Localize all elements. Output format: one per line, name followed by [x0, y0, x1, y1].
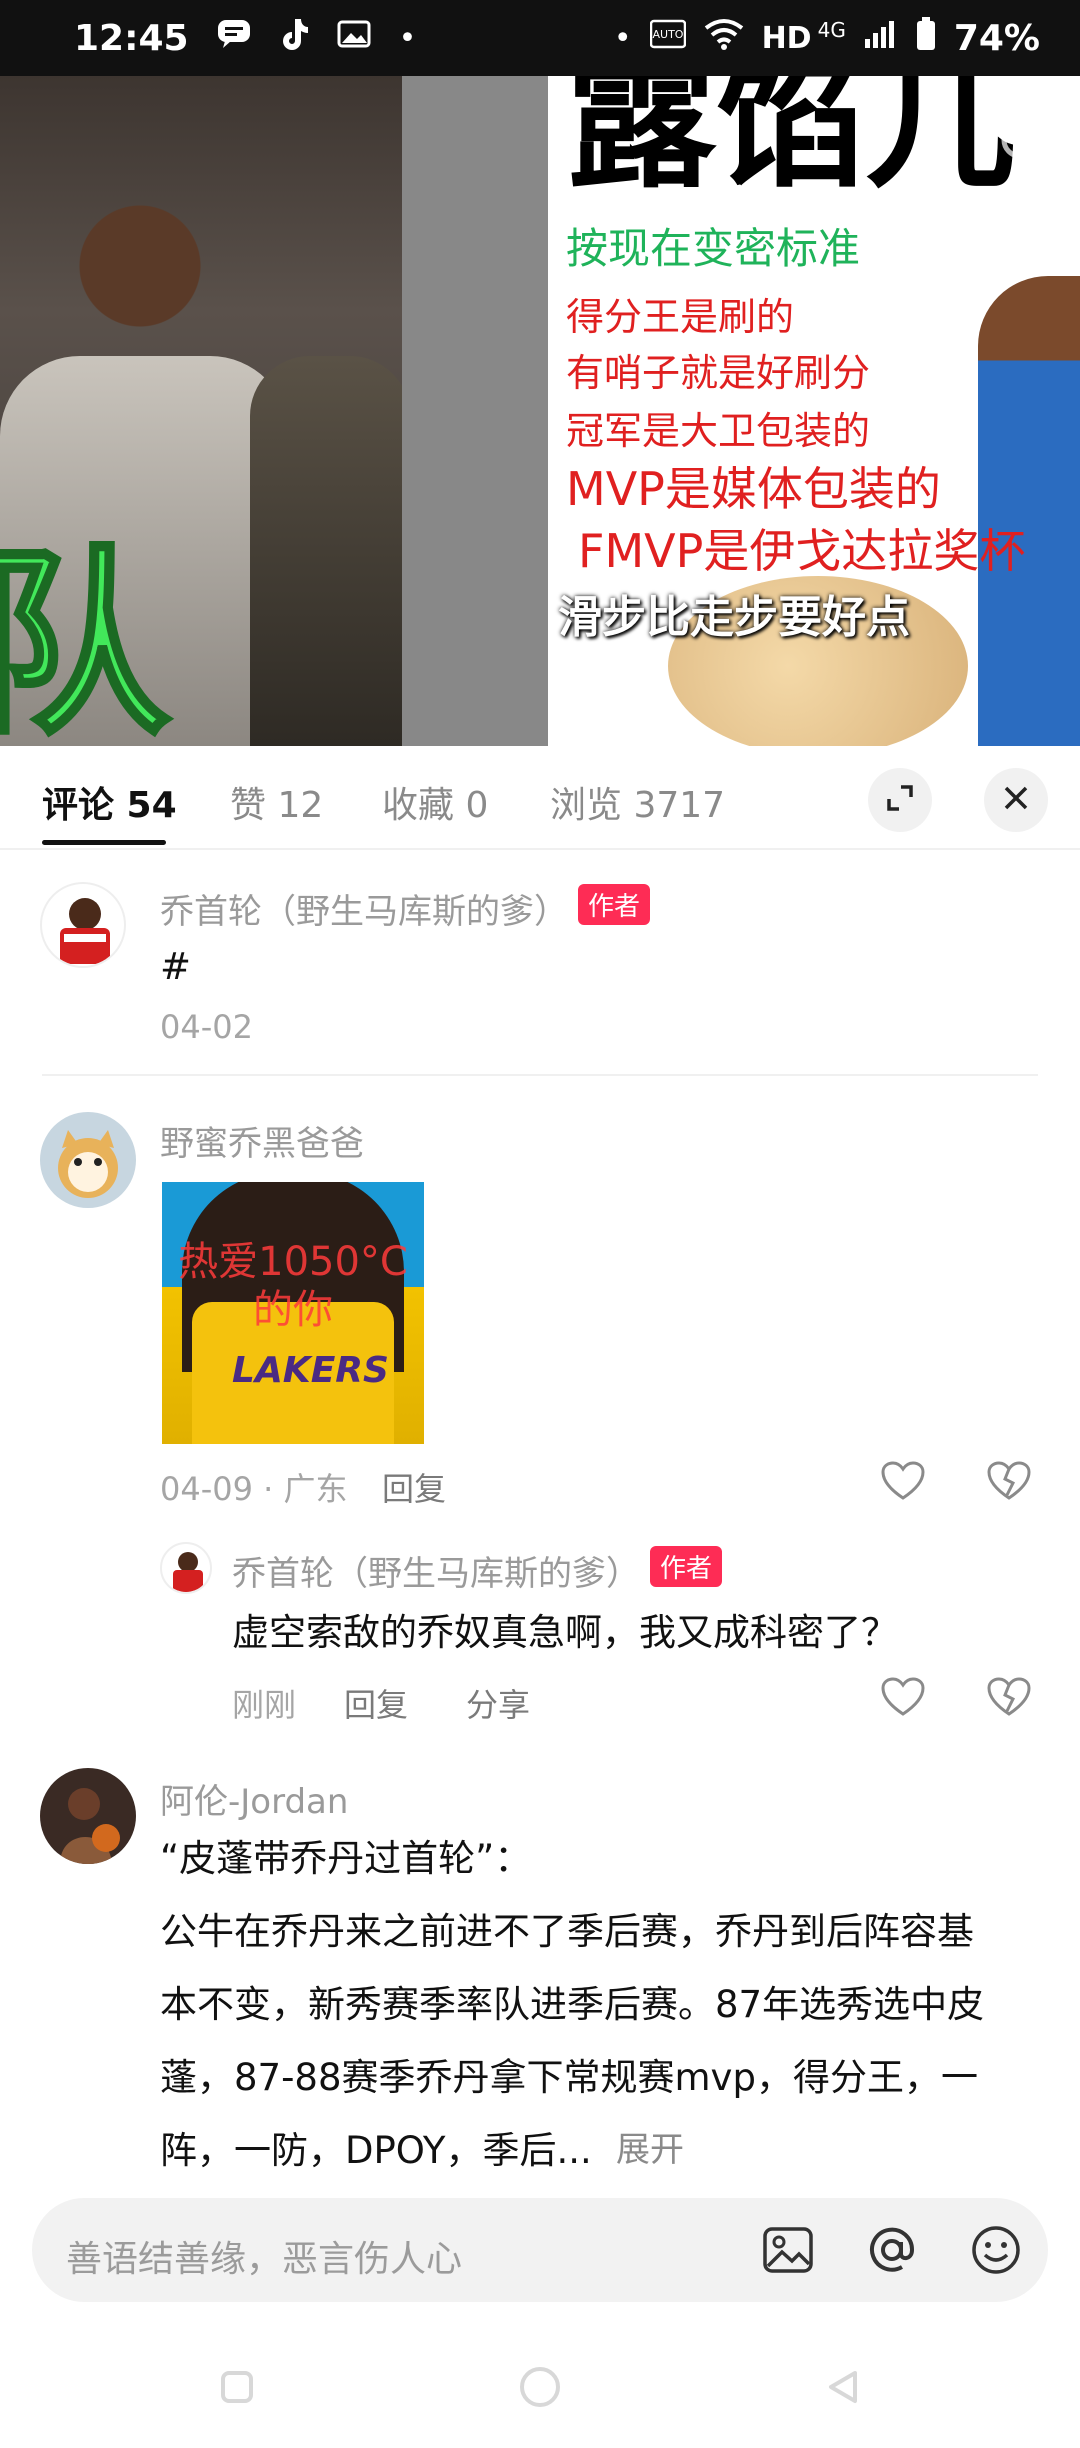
image-icon — [337, 20, 371, 56]
meme-line: 冠军是大卫包装的 — [566, 409, 871, 453]
comment-input-placeholder: 善语结善缘，恶言伤人心 — [66, 2239, 463, 2280]
status-time: 12:45 — [74, 17, 189, 59]
avatar[interactable] — [40, 1768, 136, 1864]
comment-text: # — [160, 945, 192, 988]
reply-button[interactable]: 回复 — [382, 1464, 446, 1510]
meme-title: 露馅儿 — [566, 76, 1017, 209]
comment-username[interactable]: 阿伦-Jordan — [160, 1774, 348, 1823]
meme-line: 有哨子就是好刷分 — [566, 351, 871, 395]
meme-line: 按现在变密标准 — [566, 224, 861, 273]
video-photo-left: 队 — [0, 76, 410, 747]
reply-button[interactable]: 回复 — [344, 1680, 408, 1726]
comment-username[interactable]: 野蜜乔黑爸爸 — [160, 1116, 364, 1165]
meme-line: FMVP是伊戈达拉奖杯 — [578, 524, 1026, 578]
author-badge: 作者 — [578, 884, 651, 925]
video-player[interactable]: 队 露馅儿 按现在变密标准 得分王是刷的 有哨子就是好刷分 冠军是大卫包装的 M… — [0, 76, 1080, 746]
image-overlay-text: 热爱1050°C的你 — [178, 1239, 408, 1333]
divider — [42, 1074, 1038, 1076]
tab-views[interactable]: 浏览 3717 — [550, 776, 725, 828]
status-bar: 12:45 • • AUTO HD 4G 74% — [0, 0, 1080, 76]
signal-icon — [864, 19, 898, 57]
dislike-icon[interactable] — [984, 1456, 1034, 1506]
network-label: HD — [761, 20, 812, 56]
meme-line: MVP是媒体包装的 — [566, 462, 941, 516]
comment-date: 04-02 — [160, 1008, 253, 1046]
expand-comment-link[interactable]: 展开 — [616, 2114, 684, 2187]
image-picker-icon[interactable] — [760, 2222, 816, 2278]
avatar[interactable] — [40, 882, 126, 968]
network-gen-label: 4G — [817, 18, 846, 42]
mention-icon[interactable] — [864, 2222, 920, 2278]
comment-image[interactable]: LAKERS 热爱1050°C的你 — [162, 1182, 424, 1444]
avatar[interactable] — [160, 1542, 212, 1594]
dot-icon: • — [398, 20, 417, 56]
recent-apps-icon[interactable] — [217, 2367, 257, 2411]
video-overlay-text: 队 — [0, 529, 172, 747]
tiktok-icon — [279, 17, 309, 59]
comment-input[interactable]: 善语结善缘，恶言伤人心 — [32, 2198, 1048, 2302]
author-badge: 作者 — [650, 1546, 723, 1587]
comment-username[interactable]: 乔首轮（野生马库斯的爹） — [160, 884, 568, 933]
search-icon[interactable] — [996, 116, 1056, 176]
tab-bar: 评论 54 赞 12 收藏 0 浏览 3717 — [0, 746, 1080, 850]
avatar[interactable] — [40, 1112, 136, 1208]
close-button[interactable] — [984, 768, 1048, 832]
like-icon[interactable] — [878, 1456, 928, 1506]
comment-time: 刚刚 — [232, 1686, 297, 1724]
comment-text-line: 蓬，87-88赛季乔丹拿下常规赛mvp，得分王，一 — [160, 2056, 978, 2099]
battery-percent: 74% — [953, 17, 1040, 59]
like-icon[interactable] — [878, 1672, 928, 1722]
comment-meta: 04-09 · 广东 — [160, 1470, 348, 1508]
tab-underline — [42, 840, 166, 845]
comment-text-line: 本不变，新秀赛季率队进季后赛。87年选秀选中皮 — [160, 1983, 985, 2026]
comment-text-line: “皮蓬带乔丹过首轮”： — [160, 1837, 532, 1880]
meme-line: 得分王是刷的 — [566, 295, 795, 339]
jersey-text: LAKERS — [232, 1350, 389, 1391]
tab-likes[interactable]: 赞 12 — [230, 776, 323, 828]
share-button[interactable]: 分享 — [466, 1680, 530, 1726]
comment-text-line: 公牛在乔丹来之前进不了季后赛，乔丹到后阵容基 — [160, 1910, 974, 1953]
comment-text: 虚空索敌的乔奴真急啊，我又成科密了？ — [232, 1611, 898, 1654]
dislike-icon[interactable] — [984, 1672, 1034, 1722]
chat-bubble-icon — [217, 19, 251, 57]
expand-icon — [885, 783, 915, 817]
comment-text-line: 阵，一防，DPOY，季后... — [160, 2129, 592, 2172]
auto-icon: AUTO — [649, 19, 686, 57]
video-subtitle: 滑步比走步要好点 — [558, 592, 910, 643]
home-icon[interactable] — [517, 2364, 563, 2414]
player-photo — [978, 276, 1080, 746]
tab-favorites[interactable]: 收藏 0 — [382, 776, 488, 828]
close-icon — [1003, 785, 1029, 815]
back-icon[interactable] — [823, 2367, 863, 2411]
tab-comments[interactable]: 评论 54 — [42, 776, 177, 828]
system-nav-bar — [0, 2330, 1080, 2448]
svg-text:AUTO: AUTO — [652, 28, 683, 41]
comment-username[interactable]: 乔首轮（野生马库斯的爹） — [232, 1546, 640, 1595]
expand-button[interactable] — [868, 768, 932, 832]
wifi-icon — [704, 18, 744, 58]
battery-icon — [916, 17, 936, 59]
meme-panel: 露馅儿 按现在变密标准 得分王是刷的 有哨子就是好刷分 冠军是大卫包装的 MVP… — [548, 76, 1080, 746]
emoji-icon[interactable] — [968, 2222, 1024, 2278]
dot-icon: • — [613, 20, 632, 56]
